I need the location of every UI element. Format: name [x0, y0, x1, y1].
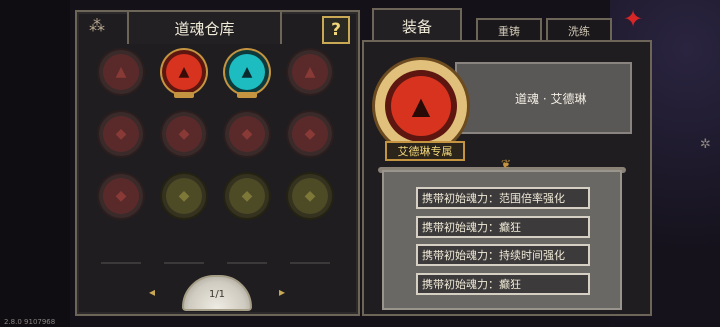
- pager: ◂ 1/1 ▸: [137, 275, 297, 315]
- soul-slot[interactable]: ▲: [99, 50, 143, 94]
- warehouse-title: 道魂仓库: [174, 19, 235, 38]
- empty-slot: [164, 262, 204, 264]
- hero-icon: ◆: [178, 126, 190, 142]
- version-label: 2.8.0 9107968: [4, 318, 56, 326]
- hero-icon: ◆: [304, 188, 316, 204]
- pinwheel-icon: ✦: [622, 5, 644, 33]
- soul-slot[interactable]: ◆: [162, 112, 206, 156]
- soul-name-box: 道魂 · 艾德琳: [455, 62, 632, 134]
- attribute-row: 携带初始魂力：癫狂: [416, 216, 590, 238]
- soul-slot[interactable]: ◆: [288, 112, 332, 156]
- soul-slot[interactable]: ◆: [225, 112, 269, 156]
- hero-icon: ◆: [304, 126, 316, 142]
- soul-slot[interactable]: ▲: [288, 50, 332, 94]
- soul-slot[interactable]: ◆: [225, 174, 269, 218]
- witch-hat-icon: ▲: [178, 64, 190, 80]
- witch-hat-icon: ▲: [391, 76, 451, 136]
- witch-hat-icon: ▲: [241, 64, 253, 80]
- attribute-row: 携带初始魂力：范围倍率强化: [416, 187, 590, 209]
- soul-slot[interactable]: ◆: [288, 174, 332, 218]
- attribute-row: 携带初始魂力：持续时间强化: [416, 244, 590, 266]
- soul-slot[interactable]: ◆: [162, 174, 206, 218]
- tab-equip[interactable]: 装备: [372, 8, 462, 42]
- tab-wash[interactable]: 洗练: [546, 18, 612, 42]
- candle-deco-icon: ⁂: [89, 16, 105, 35]
- tab-reforge[interactable]: 重铸: [476, 18, 542, 42]
- gear-icon[interactable]: ✲: [700, 137, 716, 153]
- soul-slot[interactable]: ◆: [99, 112, 143, 156]
- hero-icon: ◆: [178, 188, 190, 204]
- hero-icon: ◆: [241, 188, 253, 204]
- warehouse-title-tab: 道魂仓库: [127, 10, 282, 44]
- prev-page-button[interactable]: ◂: [149, 285, 155, 299]
- soul-slot[interactable]: ▲: [225, 50, 269, 98]
- soul-slot[interactable]: ◆: [99, 174, 143, 218]
- next-page-button[interactable]: ▸: [279, 285, 285, 299]
- exclusive-badge: 艾德琳专属: [385, 141, 465, 161]
- empty-slot: [227, 262, 267, 264]
- hat-icon: ▲: [115, 64, 127, 80]
- empty-slot: [290, 262, 330, 264]
- background-left: [0, 0, 70, 327]
- hero-icon: ◆: [115, 126, 127, 142]
- empty-slot: [101, 262, 141, 264]
- attribute-row: 携带初始魂力：癫狂: [416, 273, 590, 295]
- help-button[interactable]: ?: [322, 16, 350, 44]
- knot-deco-icon: ❦: [500, 157, 512, 171]
- soul-slot[interactable]: ▲: [162, 50, 206, 98]
- page-indicator: 1/1: [208, 289, 226, 300]
- hero-icon: ◆: [115, 188, 127, 204]
- warehouse-panel: ⁂ 道魂仓库 ? ▲ ▲ ▲ ▲ ◆ ◆ ◆ ◆ ◆ ◆ ◆ ◆ ◂ 1/1 ▸: [75, 10, 360, 316]
- soul-name: 道魂 · 艾德琳: [515, 91, 587, 106]
- equipped-soul-orb[interactable]: ▲: [375, 60, 467, 152]
- hero-icon: ◆: [241, 126, 253, 142]
- hat-icon: ▲: [304, 64, 316, 80]
